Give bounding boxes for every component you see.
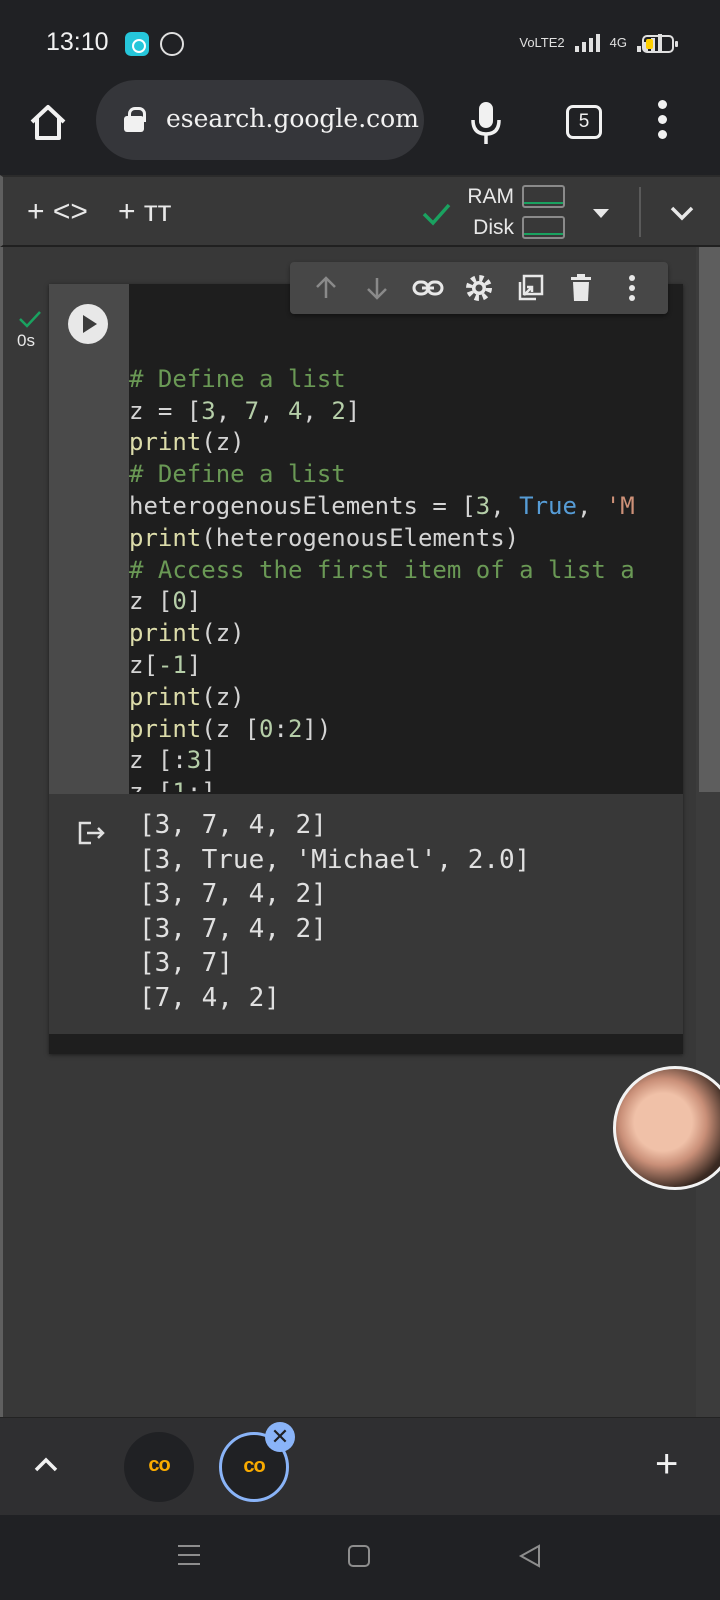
code-line: print(z) [129,619,245,648]
network-type-label: 4G [609,34,627,50]
url-text: esearch.google.com [166,104,419,133]
move-down-icon[interactable] [361,272,393,304]
toolbar-divider [639,187,641,237]
system-nav-bar [0,1515,720,1600]
resources-labels[interactable]: RAM Disk [458,181,514,243]
status-indicators: VoLTE2 4G [519,32,662,52]
code-line: # Access the first item of a list a [129,555,635,584]
code-editor[interactable]: # Define a list z = [3, 7, 4, 2] print(z) #… [129,332,683,792]
connected-check-icon [421,199,451,229]
cell-output: [3, 7, 4, 2] [3, True, 'Michael', 2.0] [3,… [49,794,683,1034]
code-line: # Define a list [129,460,346,489]
code-line: print(heterogenousElements) [129,523,520,552]
colab-logo-icon: co [148,1454,170,1476]
output-line: [3, True, 'Michael', 2.0] [139,844,531,875]
output-line: [3, 7, 4, 2] [139,810,327,840]
ram-meter [522,185,565,208]
nav-back-icon[interactable] [517,1543,543,1569]
output-line: [3, 7, 4, 2] [139,913,327,944]
home-icon[interactable] [26,100,70,144]
execution-time: 0s [17,331,35,350]
trash-icon[interactable] [565,272,597,304]
scrollbar-thumb[interactable] [699,247,720,792]
code-line: z [:3] [129,746,216,775]
signal-icon [574,32,600,52]
move-up-icon[interactable] [310,272,342,304]
address-bar[interactable]: esearch.google.com [96,80,424,160]
notebook-area: 0s # Define a list z = [3, 7, 4, 2] print(… [0,247,720,1417]
resources-dropdown-icon[interactable] [593,209,609,218]
floating-avatar-bubble[interactable] [613,1066,720,1190]
code-line: heterogenousElements = [3, True, 'M [129,491,635,520]
tab-switcher-button[interactable]: 5 [566,105,602,139]
browser-toolbar: esearch.google.com 5 [0,80,720,175]
code-line: z [1:] [129,777,683,792]
output-line: [7, 4, 2] [139,982,280,1013]
tab-strip: co co ✕ + [0,1417,720,1515]
lock-icon [124,107,146,132]
more-options-icon[interactable] [616,272,648,304]
code-line: z = [3, 7, 4, 2] [129,396,361,425]
disk-label: Disk [473,216,514,239]
code-line: z[-1] [129,650,202,679]
browser-menu-icon[interactable] [654,100,670,142]
status-bar: 13:10 VoLTE2 4G [0,0,720,80]
output-actions-icon[interactable] [77,820,107,846]
output-line: [3, 7] [139,948,233,978]
code-line: z [0] [129,587,202,616]
resource-meters[interactable] [522,185,565,247]
battery-icon [642,35,678,53]
cell-toolbar [290,262,668,314]
scrollbar[interactable] [696,247,720,1417]
chevron-down-icon[interactable] [668,199,696,227]
code-line: print(z [0:2]) [129,714,332,743]
code-line: print(z) [129,428,245,457]
close-tab-icon[interactable]: ✕ [265,1422,295,1452]
ram-label: RAM [467,185,514,208]
code-line: print(z) [129,682,245,711]
colab-logo-icon: co [243,1455,265,1477]
recents-menu-icon[interactable] [178,1545,200,1572]
tab-thumbnail-colab[interactable]: co [124,1432,194,1502]
disk-meter [522,216,565,239]
colab-toolbar: + <> + ᴛᴛ RAM Disk [0,175,720,247]
code-line: # Define a list [129,364,346,393]
mic-icon[interactable] [468,100,504,146]
cell-gutter [49,284,129,794]
output-line: [3, 7, 4, 2] [139,879,327,909]
settings-gear-icon[interactable] [463,272,495,304]
nav-home-icon[interactable] [348,1545,370,1567]
run-cell-button[interactable] [68,304,108,344]
output-text: [3, 7, 4, 2] [3, True, 'Michael', 2.0] [3,… [139,808,530,1015]
exec-check-icon [18,307,42,331]
status-time: 13:10 [46,28,109,56]
add-text-button[interactable]: + ᴛᴛ [118,197,171,227]
code-cell[interactable]: # Define a list z = [3, 7, 4, 2] print(z) #… [49,284,683,1054]
notification-app-icon [125,32,149,56]
link-icon[interactable] [412,272,444,304]
messenger-icon [160,32,184,56]
new-tab-button[interactable]: + [655,1444,678,1484]
mirror-cell-icon[interactable] [514,272,546,304]
volte-label: VoLTE2 [519,34,565,50]
chevron-up-icon[interactable] [32,1454,60,1474]
add-code-button[interactable]: + <> [27,197,88,227]
